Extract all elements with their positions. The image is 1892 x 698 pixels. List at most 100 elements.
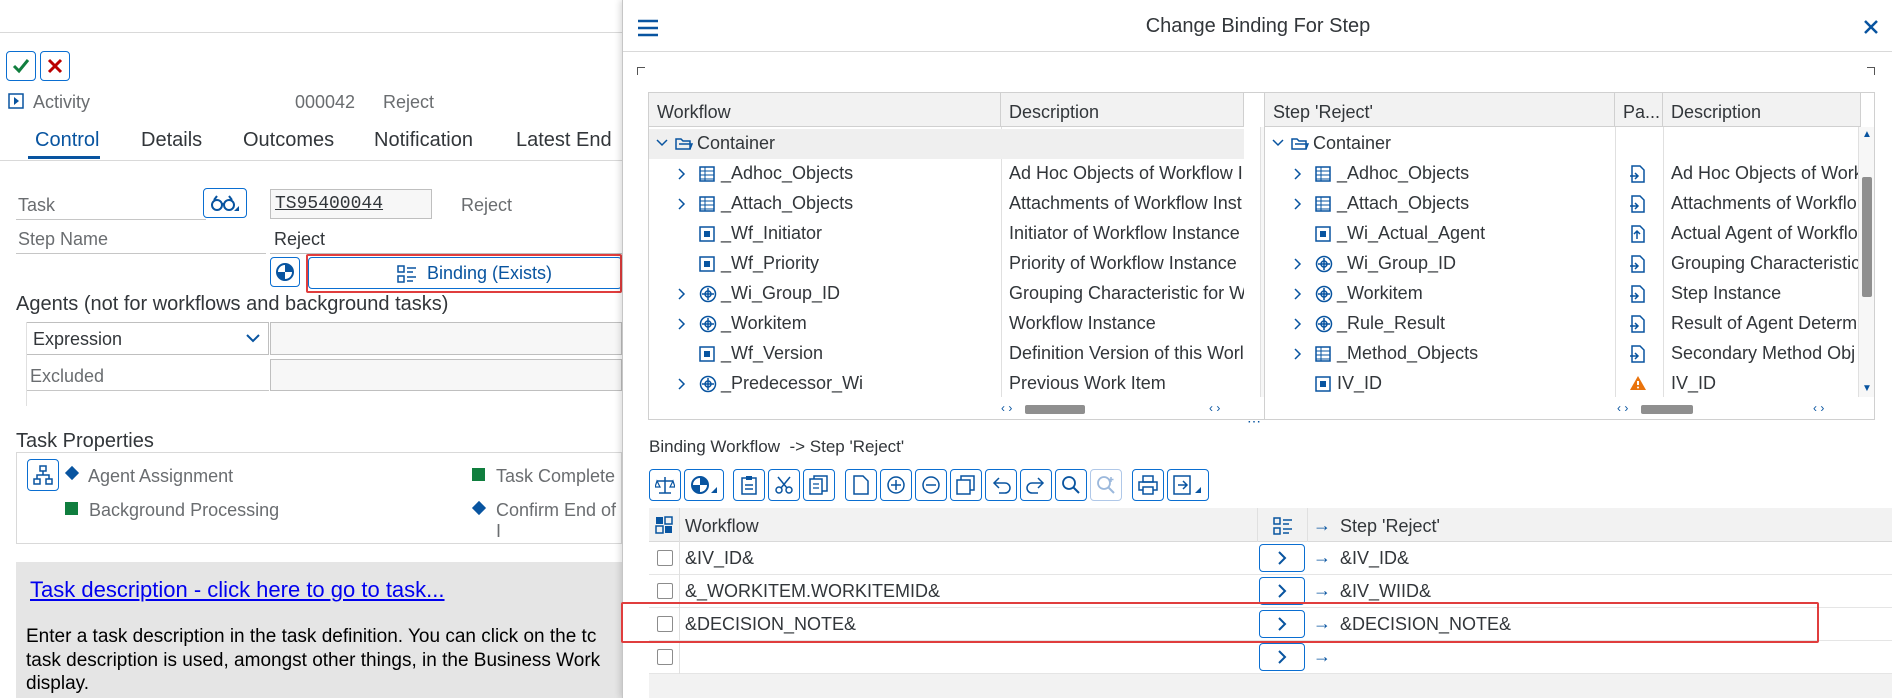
tree-row[interactable]: _Attach_Objects Attachments of Workflo <box>1265 189 1860 219</box>
tree-row[interactable]: _Wf_Version Definition Version of this W… <box>649 339 1244 369</box>
tab-outcomes[interactable]: Outcomes <box>243 129 334 152</box>
column-header-description[interactable]: Description <box>1001 93 1244 127</box>
table-row[interactable]: → <box>649 641 1892 674</box>
new-line-button[interactable] <box>845 469 877 501</box>
grid-cell-workflow[interactable]: &_WORKITEM.WORKITEMID& <box>685 581 940 602</box>
tab-control[interactable]: Control <box>35 129 99 152</box>
horizontal-scrollbar[interactable]: ‹ › ‹ › <box>1001 399 1261 419</box>
table-row[interactable]: &IV_ID& → &IV_ID& <box>649 542 1892 575</box>
tree-row[interactable]: _Wi_Actual_Agent Actual Agent of Workflo <box>1265 219 1860 249</box>
import-param-icon <box>1629 165 1647 183</box>
binding-direction-button[interactable] <box>1259 544 1305 572</box>
binding-type-menu-button[interactable] <box>684 469 724 501</box>
tree-row-name: _Wf_Priority <box>721 253 820 273</box>
tree-row-name: _Predecessor_Wi <box>721 373 864 393</box>
column-header-pa[interactable]: Pa... <box>1615 93 1663 127</box>
scrollbar-thumb[interactable] <box>1641 405 1693 414</box>
task-description: Reject <box>461 195 513 215</box>
duplicate-row-button[interactable] <box>950 469 982 501</box>
table-icon <box>699 166 715 182</box>
tree-row[interactable]: _Wi_Group_ID Grouping Characteristic for… <box>649 279 1244 309</box>
close-icon[interactable] <box>1863 19 1879 35</box>
export-menu-button[interactable] <box>1167 469 1209 501</box>
binding-type-button[interactable] <box>270 257 300 287</box>
tree-row[interactable]: _Workitem Workflow Instance <box>649 309 1244 339</box>
grid-cell-step[interactable]: &IV_ID& <box>1340 548 1409 569</box>
tree-row[interactable]: _Adhoc_Objects Ad Hoc Objects of Work <box>1265 159 1860 189</box>
tree-row-desc: Secondary Method Obj <box>1671 343 1856 363</box>
column-header-workflow[interactable]: Workflow <box>649 93 1001 127</box>
cut-button[interactable] <box>768 469 800 501</box>
row-checkbox[interactable] <box>657 550 673 566</box>
tree-row[interactable]: _Attach_Objects Attachments of Workflow … <box>649 189 1244 219</box>
tab-latest-end[interactable]: Latest End <box>516 129 612 152</box>
grid-cell-workflow[interactable]: &IV_ID& <box>685 548 754 569</box>
step-container-tree[interactable]: Step 'Reject' Pa... Description Containe… <box>1264 92 1875 420</box>
row-checkbox[interactable] <box>657 649 673 665</box>
cancel-button[interactable] <box>40 51 70 81</box>
scissors-icon <box>774 475 794 495</box>
expression-select[interactable]: Expression <box>26 322 269 355</box>
select-all-icon[interactable] <box>655 516 673 534</box>
tree-row-desc: Previous Work Item <box>1009 373 1166 393</box>
task-description-link[interactable]: Task description - click here to go to t… <box>30 577 445 603</box>
find-next-button[interactable] <box>1090 469 1122 501</box>
tree-row[interactable]: Container <box>1265 129 1860 159</box>
tree-row[interactable]: IV_ID IV_ID <box>1265 369 1860 399</box>
activity-icon <box>8 93 24 109</box>
label-underline <box>16 253 266 254</box>
grid-header-workflow[interactable]: Workflow <box>685 516 759 537</box>
grid-header-step[interactable]: Step 'Reject' <box>1340 516 1440 537</box>
scrollbar-thumb[interactable] <box>1025 405 1085 414</box>
tree-row-name: Container <box>1313 133 1392 153</box>
check-binding-button[interactable] <box>649 469 681 501</box>
tree-row[interactable]: _Adhoc_Objects Ad Hoc Objects of Workflo… <box>649 159 1244 189</box>
frame-corner-right <box>1867 67 1875 75</box>
binding-direction-button[interactable] <box>1259 643 1305 671</box>
element-icon <box>699 256 715 272</box>
tree-row-desc: Step Instance <box>1671 283 1782 303</box>
tree-row[interactable]: _Rule_Result Result of Agent Determ <box>1265 309 1860 339</box>
tree-row[interactable]: _Method_Objects Secondary Method Obj <box>1265 339 1860 369</box>
scrollbar-thumb[interactable] <box>1862 177 1872 297</box>
print-button[interactable] <box>1132 469 1164 501</box>
excluded-field[interactable] <box>270 359 622 391</box>
tree-row[interactable]: _Predecessor_Wi Previous Work Item <box>649 369 1244 399</box>
display-task-button[interactable] <box>203 188 247 218</box>
confirm-button[interactable] <box>6 51 36 81</box>
splitter-handle-icon[interactable]: ⋯ <box>1247 413 1261 430</box>
tree-row[interactable]: _Workitem Step Instance <box>1265 279 1860 309</box>
binding-highlight-box <box>306 254 622 293</box>
expression-field[interactable] <box>270 322 622 355</box>
column-separator <box>1257 508 1258 542</box>
find-button[interactable] <box>1055 469 1087 501</box>
hierarchy-button[interactable] <box>27 459 59 491</box>
row-checkbox[interactable] <box>657 583 673 599</box>
label-underline <box>16 219 206 220</box>
redo-icon <box>1026 475 1046 495</box>
tab-notification[interactable]: Notification <box>374 129 473 152</box>
copy-button[interactable] <box>803 469 835 501</box>
grid-cell-step[interactable]: &IV_WIID& <box>1340 581 1431 602</box>
step-name-field[interactable]: Reject <box>270 224 622 254</box>
redo-button[interactable] <box>1020 469 1052 501</box>
table-icon <box>699 196 715 212</box>
tab-details[interactable]: Details <box>141 129 202 152</box>
tree-row[interactable]: _Wf_Priority Priority of Workflow Instan… <box>649 249 1244 279</box>
column-header-step[interactable]: Step 'Reject' <box>1265 93 1615 127</box>
column-header-description[interactable]: Description <box>1663 93 1861 127</box>
paste-button[interactable] <box>733 469 765 501</box>
tree-row-name: _Attach_Objects <box>721 193 854 213</box>
tree-row[interactable]: _Wi_Group_ID Grouping Characteristic <box>1265 249 1860 279</box>
binding-direction-button[interactable] <box>1259 577 1305 605</box>
vertical-scrollbar[interactable]: ▲ ▼ <box>1858 127 1874 397</box>
confirm-end-diamond-icon <box>471 500 487 516</box>
undo-button[interactable] <box>985 469 1017 501</box>
delete-row-button[interactable] <box>915 469 947 501</box>
tree-row[interactable]: Container <box>649 129 1244 159</box>
chevron-down-icon <box>245 332 261 344</box>
insert-row-button[interactable] <box>880 469 912 501</box>
horizontal-scrollbar[interactable]: ‹ › ‹ › <box>1617 399 1857 419</box>
task-id-field[interactable]: TS95400044 <box>270 189 432 219</box>
tree-row[interactable]: _Wf_Initiator Initiator of Workflow Inst… <box>649 219 1244 249</box>
